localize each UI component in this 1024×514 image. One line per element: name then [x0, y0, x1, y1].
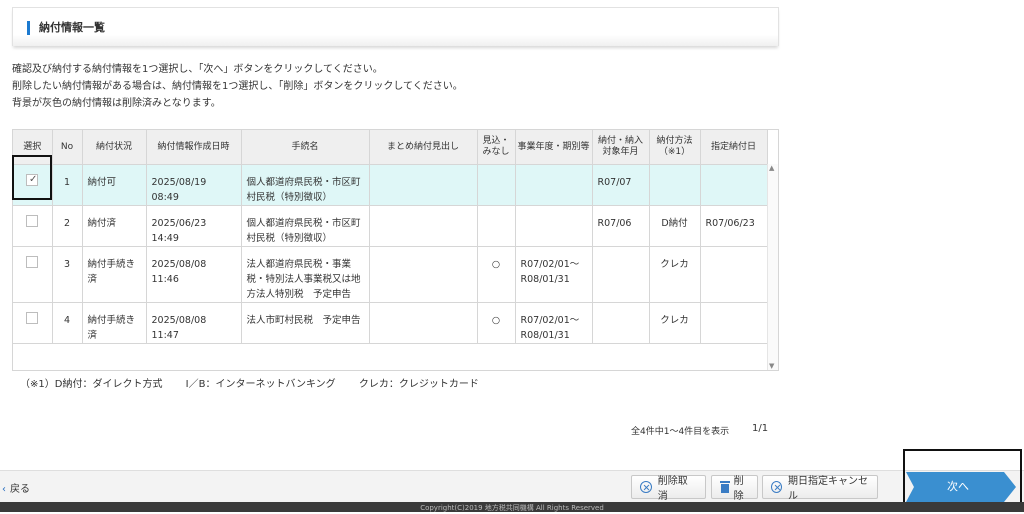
cell-created: 2025/08/19 08:49 [146, 164, 242, 206]
cell-date [700, 302, 768, 344]
cell-status: 納付済 [82, 205, 147, 247]
cell-procedure: 個人都道府県民税・市区町村民税（特別徴収） [241, 205, 370, 247]
legend-ib: I／B：インターネットバンキング [185, 379, 336, 390]
instruction-line-3: 背景が灰色の納付情報は削除済みとなります。 [12, 98, 221, 109]
cancel-scheduled-date-button[interactable]: 期日指定キャンセル [762, 475, 878, 502]
cell-procedure: 法人市町村民税 予定申告 [241, 302, 370, 344]
cancel-delete-label: 削除取消 [657, 476, 688, 502]
col-procedure: 手続名 [241, 130, 370, 165]
selected-checkbox-highlight [12, 155, 52, 200]
cell-method: D納付 [649, 205, 701, 247]
payment-table: 選択 No 納付状況 納付情報作成日時 手続名 まとめ納付見出し 見込・みなし … [12, 129, 779, 371]
cell-period: R07/02/01～R08/01/31 [515, 246, 593, 303]
cell-no: 3 [52, 246, 83, 303]
legend-direct: （※1）D納付：ダイレクト方式 [20, 379, 163, 390]
cell-estimate: ○ [477, 302, 516, 344]
cell-summary [369, 205, 478, 247]
table-scrollbar[interactable]: ▲ ▼ [767, 164, 778, 370]
delete-label: 削除 [733, 476, 744, 502]
table-row[interactable]: 2 納付済 2025/06/23 14:49 個人都道府県民税・市区町村民税（特… [13, 205, 768, 247]
legend-card: クレカ：クレジットカード [358, 379, 479, 390]
cell-estimate [477, 164, 516, 206]
delete-button[interactable]: 削除 [711, 475, 758, 502]
cell-no: 2 [52, 205, 83, 247]
cell-method: クレカ [649, 246, 701, 303]
col-created: 納付情報作成日時 [146, 130, 242, 165]
pagination-page: 1/1 [752, 423, 769, 434]
row-checkbox[interactable] [26, 215, 39, 227]
back-label: 戻る [10, 484, 30, 495]
cell-method: クレカ [649, 302, 701, 344]
scroll-down-icon[interactable]: ▼ [769, 362, 774, 370]
instruction-line-2: 削除したい納付情報がある場合は、納付情報を1つ選択し、「削除」ボタンをクリックし… [12, 81, 463, 92]
cell-summary [369, 246, 478, 303]
col-date: 指定納付日 [700, 130, 768, 165]
cell-target: R07/07 [592, 164, 650, 206]
cell-date [700, 164, 768, 206]
legend: （※1）D納付：ダイレクト方式 I／B：インターネットバンキング クレカ：クレジ… [20, 375, 499, 390]
copyright: Copyright(C)2019 地方税共同機構 All Rights Rese… [0, 502, 1024, 512]
row-checkbox[interactable] [26, 256, 39, 268]
col-no: No [52, 130, 83, 165]
instruction-line-1: 確認及び納付する納付情報を1つ選択し、「次へ」ボタンをクリックしてください。 [12, 64, 383, 75]
trash-icon [720, 481, 730, 493]
cell-method [649, 164, 701, 206]
cell-no: 1 [52, 164, 83, 206]
col-summary: まとめ納付見出し [369, 130, 478, 165]
cell-period: R07/02/01～R08/01/31 [515, 302, 593, 344]
cell-no: 4 [52, 302, 83, 344]
cell-target [592, 302, 650, 344]
cell-created: 2025/06/23 14:49 [146, 205, 242, 247]
col-status: 納付状況 [82, 130, 147, 165]
cell-created: 2025/08/08 11:46 [146, 246, 242, 303]
select-cell[interactable] [13, 205, 53, 247]
row-checkbox[interactable] [26, 312, 39, 324]
select-cell[interactable] [13, 246, 53, 303]
cell-summary [369, 302, 478, 344]
cell-status: 納付手続き済 [82, 302, 147, 344]
chevron-left-icon: ‹ [2, 484, 6, 495]
col-estimate: 見込・みなし [477, 130, 516, 165]
col-method: 納付方法（※1） [649, 130, 701, 165]
table-header-row: 選択 No 納付状況 納付情報作成日時 手続名 まとめ納付見出し 見込・みなし … [13, 130, 768, 165]
back-link[interactable]: ‹ 戻る [2, 480, 30, 495]
cell-status: 納付手続き済 [82, 246, 147, 303]
page-title: 納付情報一覧 [39, 21, 105, 34]
table-row[interactable]: 4 納付手続き済 2025/08/08 11:47 法人市町村民税 予定申告 ○… [13, 302, 768, 344]
cell-target [592, 246, 650, 303]
cell-period [515, 205, 593, 247]
select-cell[interactable] [13, 302, 53, 344]
table-row[interactable]: 3 納付手続き済 2025/08/08 11:46 法人都道府県民税・事業税・特… [13, 246, 768, 303]
table-row[interactable]: ✓ 1 納付可 2025/08/19 08:49 個人都道府県民税・市区町村民税… [13, 164, 768, 206]
cell-date: R07/06/23 [700, 205, 768, 247]
page-header: 納付情報一覧 [12, 7, 779, 46]
cell-target: R07/06 [592, 205, 650, 247]
cell-status: 納付可 [82, 164, 147, 206]
cancel-date-label: 期日指定キャンセル [788, 476, 868, 502]
cell-estimate [477, 205, 516, 247]
cell-estimate: ○ [477, 246, 516, 303]
cell-date [700, 246, 768, 303]
cell-created: 2025/08/08 11:47 [146, 302, 242, 344]
col-period: 事業年度・期別等 [515, 130, 593, 165]
circle-x-icon [640, 481, 652, 493]
circle-x-icon [771, 481, 782, 493]
cell-procedure: 個人都道府県民税・市区町村民税（特別徴収） [241, 164, 370, 206]
pagination-info: 全4件中1～4件目を表示 [631, 427, 730, 437]
next-button-highlight [903, 449, 1022, 507]
scroll-up-icon[interactable]: ▲ [769, 164, 774, 172]
col-target: 納付・納入対象年月 [592, 130, 650, 165]
footer-bar: ‹ 戻る 削除取消 削除 期日指定キャンセル [0, 470, 1024, 503]
cell-period [515, 164, 593, 206]
cell-procedure: 法人都道府県民税・事業税・特別法人事業税又は地方法人特別税 予定申告 [241, 246, 370, 303]
cancel-delete-button[interactable]: 削除取消 [631, 475, 706, 502]
title-accent-bar [27, 21, 30, 35]
cell-summary [369, 164, 478, 206]
